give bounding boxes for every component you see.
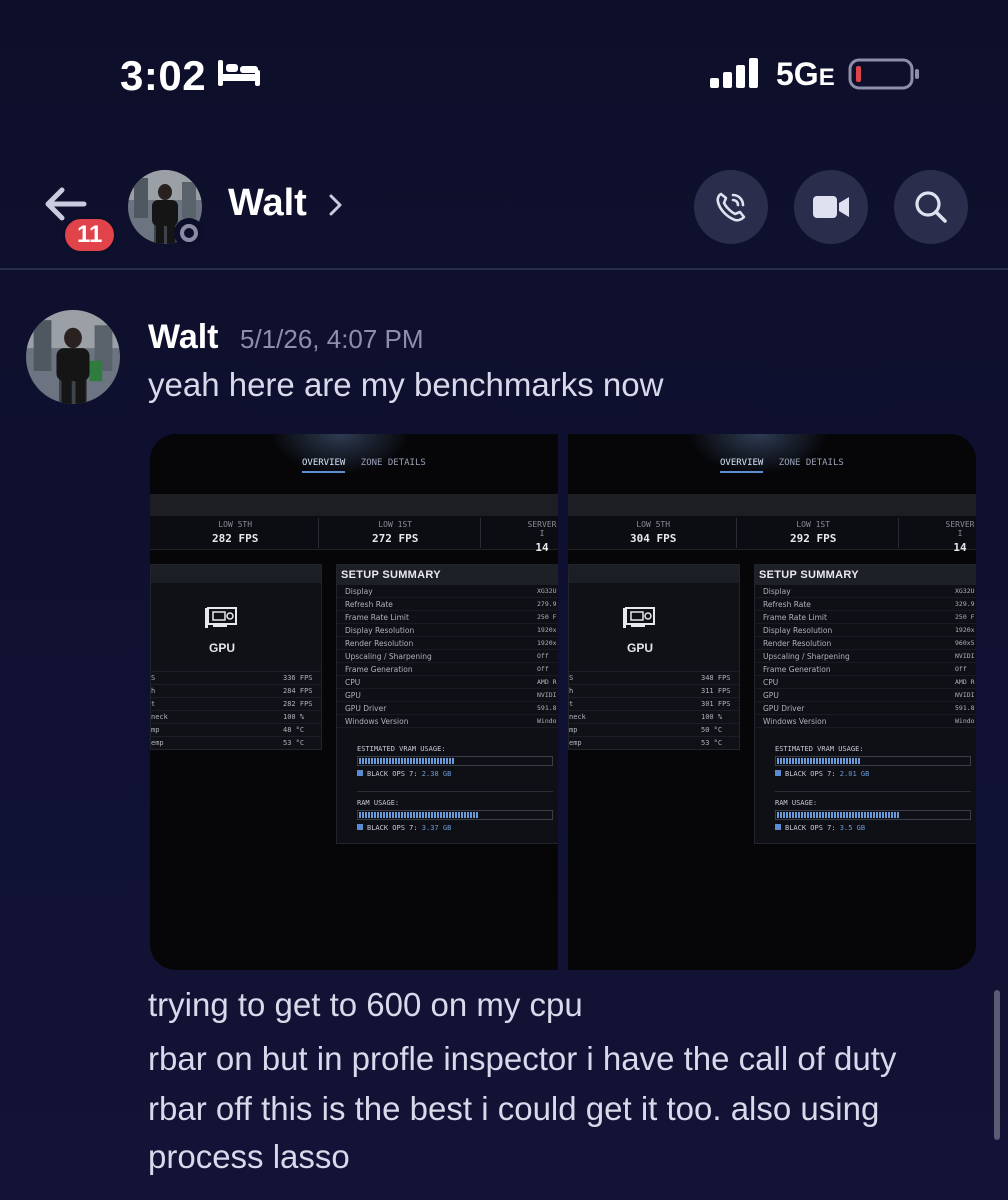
ram-usage-bar [777,812,900,818]
gpu-card-icon [205,607,237,628]
gpu-stat-row: t 282 FPS [151,697,321,710]
unread-count-badge: 11 [62,216,118,254]
cellular-signal-icon [710,58,758,88]
vram-usage-bar [777,758,862,764]
setup-row: Display Resolution 1920x [337,624,558,637]
message-text: yeah here are my benchmarks now [148,366,664,403]
benchmark-screenshot-2[interactable]: OVERVIEW ZONE DETAILS LOW 5TH 304 FPS LOW… [568,434,976,970]
setup-row: Frame Generation Off [755,663,976,676]
gpu-stat-row: S 336 FPS [151,671,321,684]
setup-summary-panel: SETUP SUMMARY Display XG32U Refresh Rate 2… [336,564,558,844]
stat-low-1st: LOW 1ST 272 FPS [372,520,419,545]
message-timestamp: 5/1/26, 4:07 PM [240,324,424,354]
status-bar: 3:02 5GE [0,0,1008,150]
setup-row: GPU Driver 591.8 [337,702,558,715]
message-text: rbar off this is the best i could get it… [148,1090,880,1127]
tab-overview: OVERVIEW [302,458,346,473]
setup-row: Display XG32U [755,585,976,598]
stat-server: SERVER I 14 [527,520,557,554]
setup-row: Frame Rate Limit 250 F [755,611,976,624]
ram-usage: RAM USAGE: BLACK OPS 7: 3.37 GB [357,799,558,832]
contact-name[interactable]: Walt [228,182,307,225]
setup-row: Frame Rate Limit 250 F [337,611,558,624]
phone-call-icon [716,192,746,222]
sleep-focus-icon [218,60,260,86]
setup-row: Refresh Rate 279.9 [337,598,558,611]
gpu-label: GPU [209,641,236,655]
tab-bar: OVERVIEW ZONE DETAILS [720,458,844,473]
setup-row: Refresh Rate 329.9 [755,598,976,611]
author-avatar[interactable] [26,310,120,404]
gpu-stat-row: emp 53 °C [151,736,321,749]
gpu-label: GPU [627,641,654,655]
setup-row: Render Resolution 960x5 [755,637,976,650]
tab-zone-details: ZONE DETAILS [778,458,844,468]
vram-usage: ESTIMATED VRAM USAGE: BLACK OPS 7: 2.01 … [775,745,976,778]
setup-row: GPU NVIDI [337,689,558,702]
clock-time: 3:02 [120,52,207,99]
setup-row: Frame Generation Off [337,663,558,676]
vram-usage: ESTIMATED VRAM USAGE: BLACK OPS 7: 2.38 … [357,745,558,778]
gpu-stat-row: h 311 FPS [569,684,739,697]
ram-usage: RAM USAGE: BLACK OPS 7: 3.5 GB [775,799,976,832]
setup-summary-title: SETUP SUMMARY [337,565,558,585]
setup-row: GPU Driver 591.8 [755,702,976,715]
video-camera-icon [813,196,849,218]
stat-low-5th: LOW 5TH 282 FPS [212,520,259,545]
gpu-stat-row: mp 50 °C [569,723,739,736]
tab-zone-details: ZONE DETAILS [360,458,426,468]
message-text: trying to get to 600 on my cpu [148,986,583,1023]
message-text: rbar on but in profle inspector i have t… [148,1040,897,1077]
ram-usage-bar [359,812,479,818]
setup-row: Windows Version Windo [755,715,976,728]
gpu-panel: GPU S 336 FPS h 284 FPS t 282 FPS neck 100 %… [150,564,322,750]
battery-low-icon [848,58,919,90]
gpu-stat-row: h 284 FPS [151,684,321,697]
voice-call-button[interactable] [694,170,768,244]
setup-row: Display XG32U [337,585,558,598]
vram-usage-bar [359,758,455,764]
gpu-stat-row: emp 53 °C [569,736,739,749]
gpu-stat-row: t 301 FPS [569,697,739,710]
network-type: 5GE [776,56,835,92]
search-button[interactable] [894,170,968,244]
message-author[interactable]: Walt [148,318,219,357]
setup-row: Windows Version Windo [337,715,558,728]
video-call-button[interactable] [794,170,868,244]
offline-status-icon [174,218,204,248]
search-icon [915,191,947,223]
gpu-panel: GPU S 348 FPS h 311 FPS t 301 FPS neck 100 %… [568,564,740,750]
benchmark-screenshot-1[interactable]: OVERVIEW ZONE DETAILS LOW 5TH 282 FPS LOW… [150,434,558,970]
chat-header: 11 Walt [0,150,1008,270]
tab-overview: OVERVIEW [720,458,764,473]
gpu-stat-row: mp 48 °C [151,723,321,736]
setup-row: Render Resolution 1920x [337,637,558,650]
message-text: process lasso [148,1138,350,1175]
gpu-stat-row: neck 100 % [151,710,321,723]
chevron-right-icon[interactable] [326,190,346,220]
scrollbar[interactable] [994,990,1000,1140]
setup-row: CPU AMD R [755,676,976,689]
stat-low-1st: LOW 1ST 292 FPS [790,520,837,545]
setup-row: GPU NVIDI [755,689,976,702]
setup-summary-panel: SETUP SUMMARY Display XG32U Refresh Rate 3… [754,564,976,844]
gpu-card-icon [623,607,655,628]
setup-summary-title: SETUP SUMMARY [755,565,976,585]
setup-row: Display Resolution 1920x [755,624,976,637]
setup-row: Upscaling / Sharpening NVIDI [755,650,976,663]
tab-bar: OVERVIEW ZONE DETAILS [302,458,426,473]
fps-stats-row: LOW 5TH 282 FPS LOW 1ST 272 FPS SERVER I 14 [150,516,558,554]
setup-row: CPU AMD R [337,676,558,689]
fps-stats-row: LOW 5TH 304 FPS LOW 1ST 292 FPS SERVER I 14 [568,516,976,554]
stat-server: SERVER I 14 [945,520,975,554]
stat-low-5th: LOW 5TH 304 FPS [630,520,677,545]
setup-row: Upscaling / Sharpening Off [337,650,558,663]
gpu-stat-row: neck 100 % [569,710,739,723]
gpu-stat-row: S 348 FPS [569,671,739,684]
